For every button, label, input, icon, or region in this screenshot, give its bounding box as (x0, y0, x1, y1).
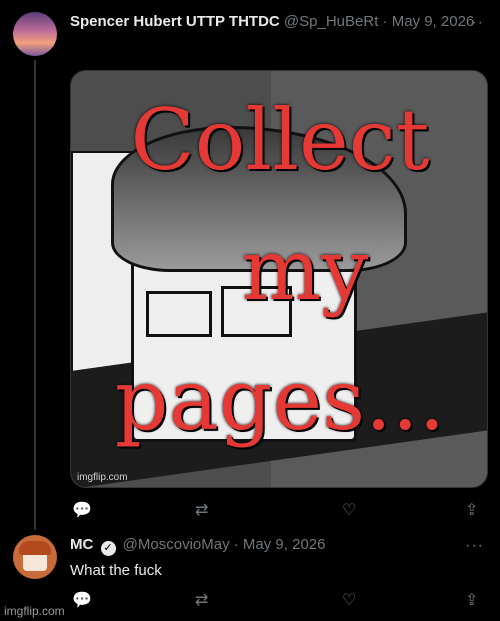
retweet-icon[interactable]: ⇄ (195, 590, 208, 610)
display-name[interactable]: Spencer Hubert UTTP THTDC (70, 13, 280, 30)
tweet-text: What the fuck (70, 562, 162, 579)
avatar-hair (19, 541, 51, 555)
more-options-icon[interactable]: ··· (465, 537, 484, 555)
display-name[interactable]: MC (70, 536, 93, 553)
timestamp[interactable]: · May 9, 2026 (383, 13, 475, 30)
thread-connector-line (34, 60, 36, 530)
timestamp[interactable]: · May 9, 2026 (234, 536, 326, 553)
reply-icon[interactable]: 💬 (72, 500, 92, 520)
avatar[interactable] (13, 12, 57, 56)
reply-icon[interactable]: 💬 (72, 590, 92, 610)
handle[interactable]: @MoscovioMay (123, 536, 230, 553)
share-icon[interactable]: ⇪ (465, 590, 478, 610)
meme-caption-line-1: Collect (130, 91, 430, 189)
retweet-icon[interactable]: ⇄ (195, 500, 208, 520)
meme-caption-line-3: pages... (114, 351, 446, 449)
more-options-icon[interactable]: ··· (465, 14, 484, 32)
tweet-header: MC ✓ @MoscovioMay · May 9, 2026 (70, 536, 325, 556)
site-watermark: imgflip.com (4, 604, 65, 618)
tweet-actions: 💬 ⇄ ♡ ⇪ (70, 590, 488, 610)
like-icon[interactable]: ♡ (342, 590, 356, 610)
tweet-image[interactable]: Collect my pages... imgflip.com (70, 70, 488, 488)
like-icon[interactable]: ♡ (342, 500, 356, 520)
image-watermark: imgflip.com (77, 472, 128, 483)
share-icon[interactable]: ⇪ (465, 500, 478, 520)
avatar[interactable] (13, 535, 57, 579)
handle[interactable]: @Sp_HuBeRt (284, 13, 378, 30)
tweet-header: Spencer Hubert UTTP THTDC @Sp_HuBeRt · M… (70, 13, 474, 30)
meme-caption-line-2: my (241, 221, 369, 319)
verified-badge-icon: ✓ (100, 541, 116, 556)
tweet-actions: 💬 ⇄ ♡ ⇪ (70, 500, 488, 520)
